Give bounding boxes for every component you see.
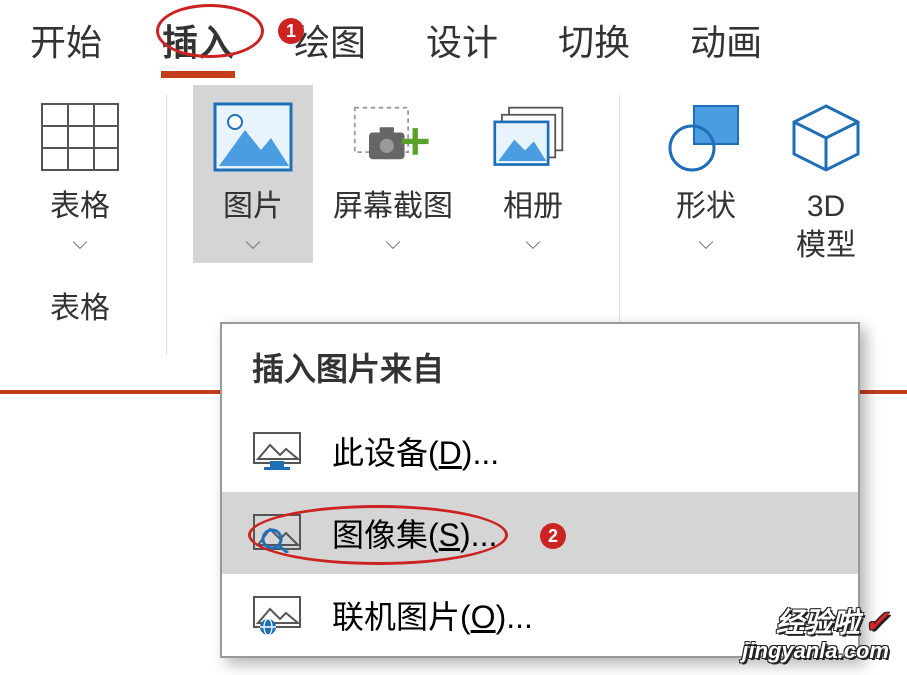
tab-design[interactable]: 设计 — [396, 6, 528, 74]
tab-active-underline — [161, 71, 235, 78]
ribbon-tabs: 开始 插入 绘图 设计 切换 动画 — [0, 0, 907, 70]
tab-transition[interactable]: 切换 — [528, 6, 660, 74]
tab-insert-label: 插入 — [162, 22, 234, 63]
dropdown-item-label: 图像集(S)... — [332, 510, 497, 556]
online-picture-icon — [252, 595, 302, 635]
picture-icon — [213, 97, 293, 177]
dropdown-header: 插入图片来自 — [222, 324, 858, 410]
screenshot-icon — [353, 97, 433, 177]
picture-label: 图片 — [223, 187, 283, 226]
screenshot-label: 屏幕截图 — [333, 187, 453, 226]
chevron-down-icon: ⌵ — [385, 232, 400, 255]
tab-home[interactable]: 开始 — [0, 6, 132, 74]
dropdown-item-label: 联机图片(O)... — [332, 592, 533, 638]
device-picture-icon — [252, 431, 302, 471]
chevron-down-icon: ⌵ — [698, 232, 713, 255]
screenshot-button[interactable]: 屏幕截图 ⌵ — [313, 85, 473, 263]
chevron-down-icon: ⌵ — [525, 232, 540, 255]
ribbon-group-table: 表格 ⌵ 表格 — [0, 85, 160, 390]
cube-icon — [786, 97, 866, 177]
separator — [619, 95, 620, 355]
imageset-icon — [252, 513, 302, 553]
dropdown-item-label: 此设备(D)... — [332, 428, 499, 474]
shapes-label: 形状 — [676, 187, 736, 226]
chevron-down-icon: ⌵ — [72, 232, 87, 255]
table-button[interactable]: 表格 ⌵ — [20, 85, 140, 263]
annotation-badge-1: 1 — [278, 18, 304, 44]
separator — [166, 95, 167, 355]
album-label: 相册 — [503, 187, 563, 226]
shapes-icon — [666, 97, 746, 177]
group-label-table: 表格 — [50, 283, 110, 327]
chevron-down-icon: ⌵ — [245, 232, 260, 255]
tab-animation[interactable]: 动画 — [660, 6, 792, 74]
watermark: 经验啦✓ jingyanla.com — [742, 606, 889, 663]
picture-button[interactable]: 图片 ⌵ — [193, 85, 313, 263]
3d-model-button[interactable]: 3D 模型 — [766, 85, 886, 273]
album-button[interactable]: 相册 ⌵ — [473, 85, 593, 263]
tab-insert[interactable]: 插入 — [132, 6, 264, 74]
album-icon — [493, 97, 573, 177]
table-icon — [40, 97, 120, 177]
shapes-button[interactable]: 形状 ⌵ — [646, 85, 766, 263]
3d-model-label: 3D 模型 — [796, 187, 856, 265]
dropdown-item-this-device[interactable]: 此设备(D)... — [222, 410, 858, 492]
annotation-badge-2: 2 — [540, 523, 566, 549]
table-label: 表格 — [50, 187, 110, 226]
